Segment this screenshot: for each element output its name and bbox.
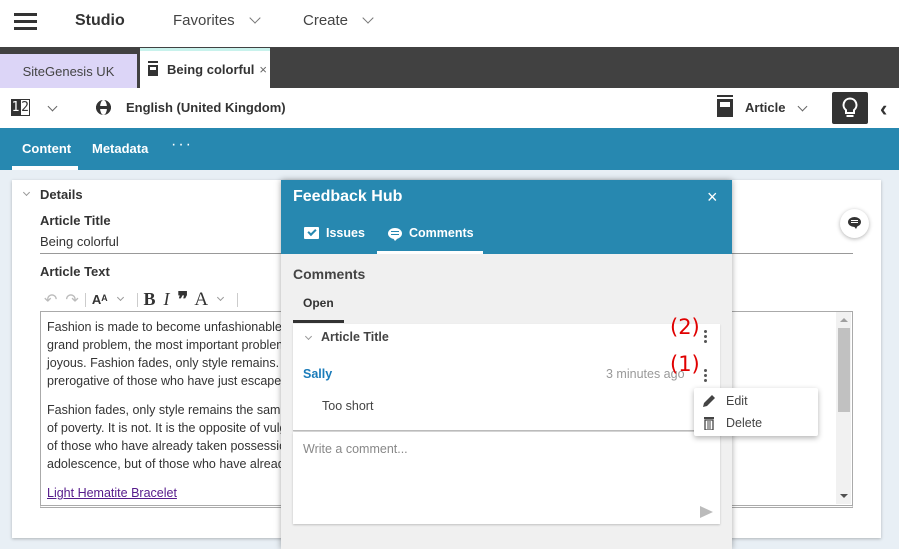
tab-sitegenesis-uk[interactable]: SiteGenesis UK: [0, 54, 137, 88]
comment-composer: [293, 432, 720, 524]
close-icon[interactable]: ×: [707, 187, 718, 208]
tab-being-colorful[interactable]: Being colorful ×: [140, 48, 270, 88]
feedback-hub-button[interactable]: [832, 92, 868, 124]
thread-more-options-icon[interactable]: [702, 330, 708, 346]
details-section-header[interactable]: Details: [40, 187, 83, 202]
doc-type-selector[interactable]: Article: [745, 100, 785, 115]
chevron-down-icon: [362, 12, 374, 24]
favorites-label: Favorites: [173, 12, 235, 29]
article-title-input[interactable]: Being colorful: [40, 234, 119, 249]
chevron-down-icon[interactable]: [116, 293, 124, 302]
more-tabs-icon[interactable]: ···: [171, 136, 193, 154]
create-label: Create: [303, 12, 349, 29]
comments-icon: [388, 227, 402, 241]
close-tab-icon[interactable]: ×: [259, 62, 267, 77]
menu-icon[interactable]: [14, 13, 37, 31]
collapse-panel-icon[interactable]: ‹: [880, 96, 887, 122]
globe-icon: [96, 100, 111, 115]
tab-metadata[interactable]: Metadata: [92, 141, 148, 156]
tab-comments[interactable]: Comments: [388, 226, 474, 241]
redo-icon[interactable]: ↷: [65, 290, 78, 310]
thread-title[interactable]: Article Title: [321, 330, 389, 344]
issues-icon: [304, 227, 319, 239]
annotation-label: (1): [670, 352, 700, 376]
undo-icon[interactable]: ↶: [44, 290, 57, 310]
article-title-label: Article Title: [40, 213, 111, 228]
tab-label: Being colorful: [167, 62, 255, 77]
add-comment-button[interactable]: [840, 209, 869, 238]
lightbulb-icon: [842, 97, 858, 117]
send-icon[interactable]: [700, 506, 713, 518]
active-tab-indicator: [377, 251, 483, 254]
annotation-label: (2): [670, 315, 700, 339]
product-link[interactable]: Light Hematite Bracelet: [47, 486, 177, 500]
version-compare-icon[interactable]: 12: [11, 99, 30, 116]
tab-content[interactable]: Content: [22, 141, 71, 156]
pencil-icon: [703, 395, 715, 407]
comment-context-menu: Edit Delete: [694, 388, 818, 436]
locale-selector[interactable]: English (United Kingdom): [126, 100, 286, 115]
comment-more-options-icon[interactable]: [702, 369, 708, 385]
article-type-icon: [717, 97, 733, 117]
font-size-icon[interactable]: Aᴬ: [92, 292, 108, 307]
comment-input[interactable]: [303, 442, 693, 456]
bold-icon[interactable]: B: [144, 289, 156, 310]
active-tab-indicator: [12, 166, 78, 170]
chevron-down-icon: [249, 12, 261, 24]
feedback-hub-panel: Feedback Hub × Issues Comments Comments …: [281, 180, 732, 549]
create-menu[interactable]: Create: [303, 12, 374, 29]
feedback-hub-title: Feedback Hub: [293, 188, 403, 205]
italic-icon[interactable]: I: [164, 289, 170, 310]
blockquote-icon[interactable]: ❞: [178, 287, 189, 312]
active-filter-indicator: [293, 320, 344, 323]
scroll-down-arrow-icon[interactable]: [840, 494, 848, 498]
text-color-icon[interactable]: A: [194, 289, 208, 311]
document-tabs: SiteGenesis UK Being colorful ×: [0, 47, 899, 88]
favorites-menu[interactable]: Favorites: [173, 12, 261, 29]
comment-text: Too short: [322, 399, 374, 413]
app-title: Studio: [75, 12, 125, 29]
trash-icon: [704, 417, 714, 430]
article-text-label: Article Text: [40, 264, 110, 279]
article-icon: [148, 63, 158, 76]
comments-heading: Comments: [293, 266, 366, 282]
comment-author: Sally: [303, 367, 333, 381]
app-header: Studio Favorites Create: [0, 0, 899, 47]
scrollbar-thumb[interactable]: [838, 328, 850, 412]
chevron-down-icon[interactable]: [217, 293, 225, 302]
rich-text-toolbar: ↶ ↷ Aᴬ B I ❞ A: [44, 287, 244, 312]
filter-open-tab[interactable]: Open: [303, 296, 334, 310]
menu-item-delete[interactable]: Delete: [702, 413, 812, 433]
scroll-up-arrow-icon[interactable]: [840, 318, 848, 322]
feedback-hub-header: Feedback Hub × Issues Comments: [281, 180, 732, 254]
tab-issues[interactable]: Issues: [304, 226, 365, 240]
menu-item-edit[interactable]: Edit: [702, 391, 812, 411]
